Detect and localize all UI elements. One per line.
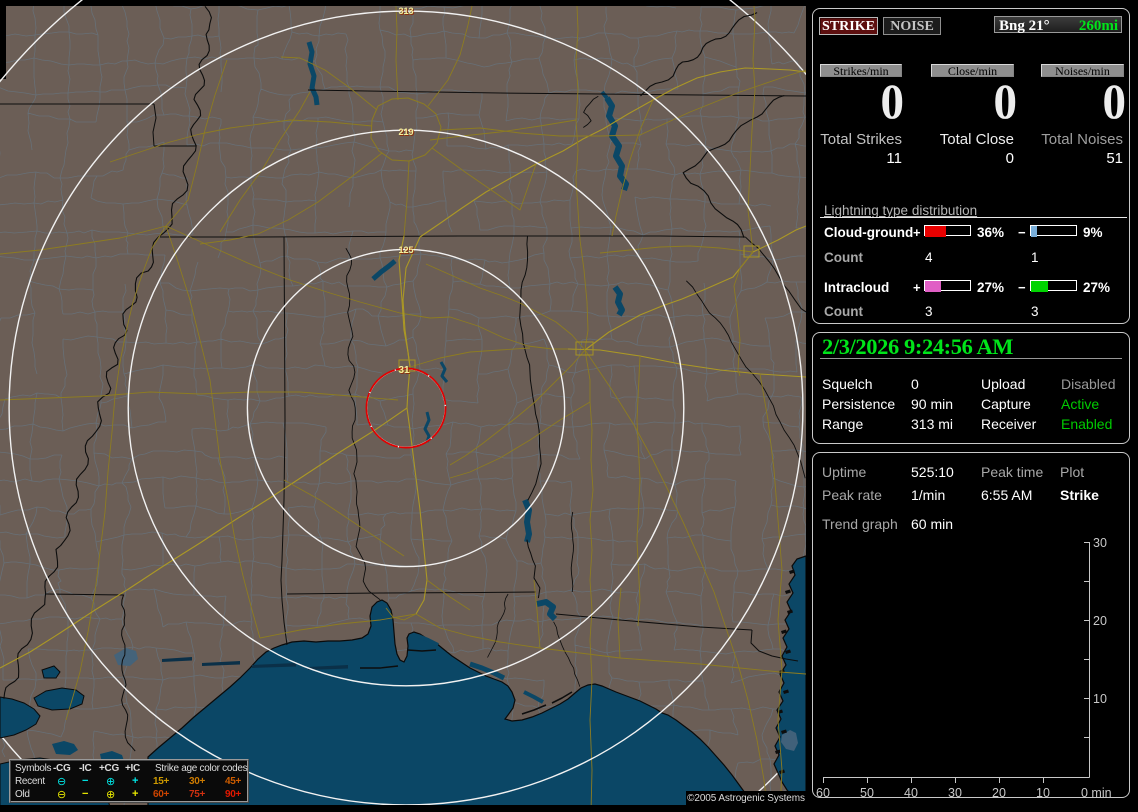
svg-text:10: 10 bbox=[1093, 692, 1107, 706]
svg-text:50: 50 bbox=[860, 786, 874, 800]
svg-text:30: 30 bbox=[948, 786, 962, 800]
svg-text:125: 125 bbox=[398, 245, 413, 255]
svg-text:40: 40 bbox=[904, 786, 918, 800]
svg-text:10: 10 bbox=[1036, 786, 1050, 800]
svg-text:20: 20 bbox=[1093, 614, 1107, 628]
svg-text:219: 219 bbox=[398, 127, 413, 137]
svg-text:20: 20 bbox=[992, 786, 1006, 800]
svg-text:313: 313 bbox=[398, 6, 413, 16]
svg-text:0 min: 0 min bbox=[1081, 786, 1112, 800]
svg-text:31: 31 bbox=[398, 365, 410, 376]
svg-text:60: 60 bbox=[816, 786, 830, 800]
svg-text:30: 30 bbox=[1093, 536, 1107, 550]
